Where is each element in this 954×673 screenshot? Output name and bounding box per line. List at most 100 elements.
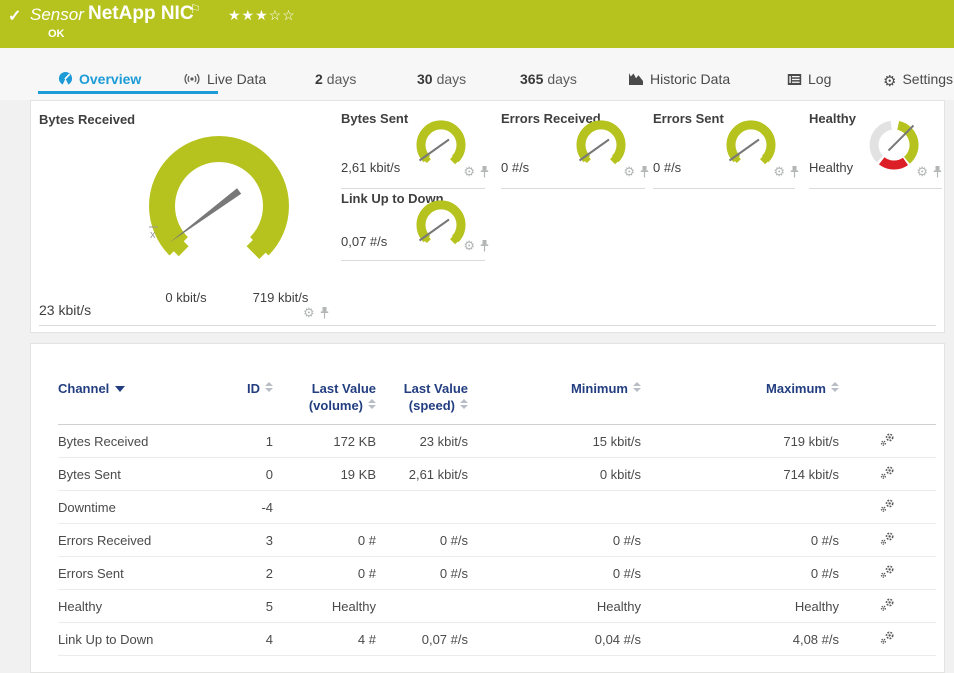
maximum-value (641, 491, 839, 524)
channel-id: 2 (233, 557, 273, 590)
gauge-max-label: 719 kbit/s (233, 290, 328, 305)
column-header-maximum[interactable]: Maximum (641, 344, 839, 425)
pin-icon[interactable] (480, 240, 489, 252)
flag-icon[interactable]: ⚐ (190, 2, 201, 16)
pin-icon[interactable] (480, 166, 489, 178)
channel-settings-icon[interactable] (880, 597, 895, 612)
channel-settings-icon[interactable] (880, 630, 895, 645)
last-value-speed (376, 590, 468, 623)
maximum-value: 714 kbit/s (641, 458, 839, 491)
column-header-channel[interactable]: Channel (58, 344, 233, 425)
priority-stars[interactable]: ★★★☆☆ (228, 7, 296, 24)
broadcast-icon (183, 72, 201, 89)
pin-icon[interactable] (790, 166, 799, 178)
gauge-current-value: 23 kbit/s (39, 302, 91, 318)
table-row: Errors Sent 2 0 # 0 #/s 0 #/s 0 #/s (58, 557, 936, 590)
gauge-settings-icon[interactable]: ⚙ (773, 167, 785, 177)
stars-filled[interactable]: ★★★ (228, 7, 269, 23)
gauge-current-value: Healthy (809, 160, 853, 175)
gauge-current-value: 0,07 #/s (341, 234, 387, 249)
channel-id: 5 (233, 590, 273, 623)
pin-icon[interactable] (933, 166, 942, 178)
column-header-last-value-speed[interactable]: Last Value(speed) (376, 344, 468, 425)
channel-name: Healthy (58, 590, 233, 623)
minimum-value: 15 kbit/s (468, 425, 641, 458)
channel-name: Errors Received (58, 524, 233, 557)
table-row: Errors Received 3 0 # 0 #/s 0 #/s 0 #/s (58, 524, 936, 557)
sorted-desc-icon (115, 386, 125, 392)
tab-30-days-number: 30 (417, 71, 433, 87)
divider (341, 260, 485, 261)
gauge-tile-actions: ⚙ (303, 307, 329, 319)
channel-settings-icon[interactable] (880, 531, 895, 546)
minimum-value: 0,04 #/s (468, 623, 641, 656)
tab-log-label: Log (808, 71, 831, 87)
gauge-tile-actions: ⚙ (463, 166, 489, 178)
gauge-icon (58, 71, 73, 89)
gauge-tile-actions: ⚙ (773, 166, 799, 178)
gauge-current-value: 0 #/s (653, 160, 681, 175)
channel-settings-icon[interactable] (880, 465, 895, 480)
active-tab-underline (38, 91, 218, 94)
channel-name: Link Up to Down (58, 623, 233, 656)
channel-settings-icon[interactable] (880, 564, 895, 579)
table-row: Bytes Received 1 172 KB 23 kbit/s 15 kbi… (58, 425, 936, 458)
sort-icon (265, 382, 273, 392)
pin-icon[interactable] (320, 307, 329, 319)
table-row: Link Up to Down 4 4 # 0,07 #/s 0,04 #/s … (58, 623, 936, 656)
last-value-volume: 19 KB (273, 458, 376, 491)
gauge-title: Healthy (809, 111, 856, 126)
last-value-volume (273, 491, 376, 524)
column-header-last-value-volume[interactable]: Last Value(volume) (273, 344, 376, 425)
channel-name: Bytes Received (58, 425, 233, 458)
tab-log[interactable]: Log (787, 71, 831, 89)
column-label: Maximum (766, 381, 826, 396)
tab-2-days[interactable]: 2days (315, 71, 356, 87)
table-header-row: Channel ID Last Value(volume) Last Value… (58, 344, 936, 425)
gauge-settings-icon[interactable]: ⚙ (303, 308, 315, 318)
minimum-value: Healthy (468, 590, 641, 623)
gauge-settings-icon[interactable]: ⚙ (916, 167, 928, 177)
gauge-settings-icon[interactable]: ⚙ (623, 167, 635, 177)
maximum-value: Healthy (641, 590, 839, 623)
tab-overview[interactable]: Overview (58, 71, 141, 89)
gauge-title: Bytes Sent (341, 111, 408, 126)
pin-icon[interactable] (640, 166, 649, 178)
tab-30-days[interactable]: 30days (417, 71, 466, 87)
table-row: Bytes Sent 0 19 KB 2,61 kbit/s 0 kbit/s … (58, 458, 936, 491)
mean-marker: x (150, 229, 156, 241)
tab-live-data[interactable]: Live Data (183, 71, 266, 89)
column-sublabel: (speed) (409, 398, 455, 413)
last-value-volume: 4 # (273, 623, 376, 656)
gauge-tile-link-up-to-down: Link Up to Down 0,07 #/s ⚙ (341, 187, 489, 257)
last-value-speed: 23 kbit/s (376, 425, 468, 458)
maximum-value: 4,08 #/s (641, 623, 839, 656)
tab-historic-data[interactable]: Historic Data (628, 71, 730, 89)
minimum-value: 0 #/s (468, 557, 641, 590)
tab-settings[interactable]: ⚙Settings (883, 71, 953, 90)
last-value-speed: 0 #/s (376, 524, 468, 557)
column-header-id[interactable]: ID (233, 344, 273, 425)
channel-id: 4 (233, 623, 273, 656)
object-kind-label: Sensor (30, 5, 84, 25)
channel-name: Errors Sent (58, 557, 233, 590)
gauge-settings-icon[interactable]: ⚙ (463, 241, 475, 251)
tab-2-days-label: days (327, 71, 357, 87)
minimum-value: 0 #/s (468, 524, 641, 557)
gauge-settings-icon[interactable]: ⚙ (463, 167, 475, 177)
sort-icon (831, 382, 839, 392)
gauge-current-value: 0 #/s (501, 160, 529, 175)
channel-id: -4 (233, 491, 273, 524)
last-value-volume: Healthy (273, 590, 376, 623)
column-header-minimum[interactable]: Minimum (468, 344, 641, 425)
last-value-speed (376, 491, 468, 524)
sensor-name: NetApp NIC (88, 3, 194, 25)
tab-bar: Overview Live Data 2days 30days 365days … (0, 48, 954, 100)
channel-settings-icon[interactable] (880, 432, 895, 447)
ok-check-icon: ✓ (8, 6, 21, 26)
tab-365-days[interactable]: 365days (520, 71, 577, 87)
sensor-status-text: OK (48, 28, 65, 40)
channel-settings-icon[interactable] (880, 498, 895, 513)
gauge-tile-healthy: Healthy Healthy ⚙ (809, 107, 942, 183)
stars-empty[interactable]: ☆☆ (269, 7, 296, 23)
